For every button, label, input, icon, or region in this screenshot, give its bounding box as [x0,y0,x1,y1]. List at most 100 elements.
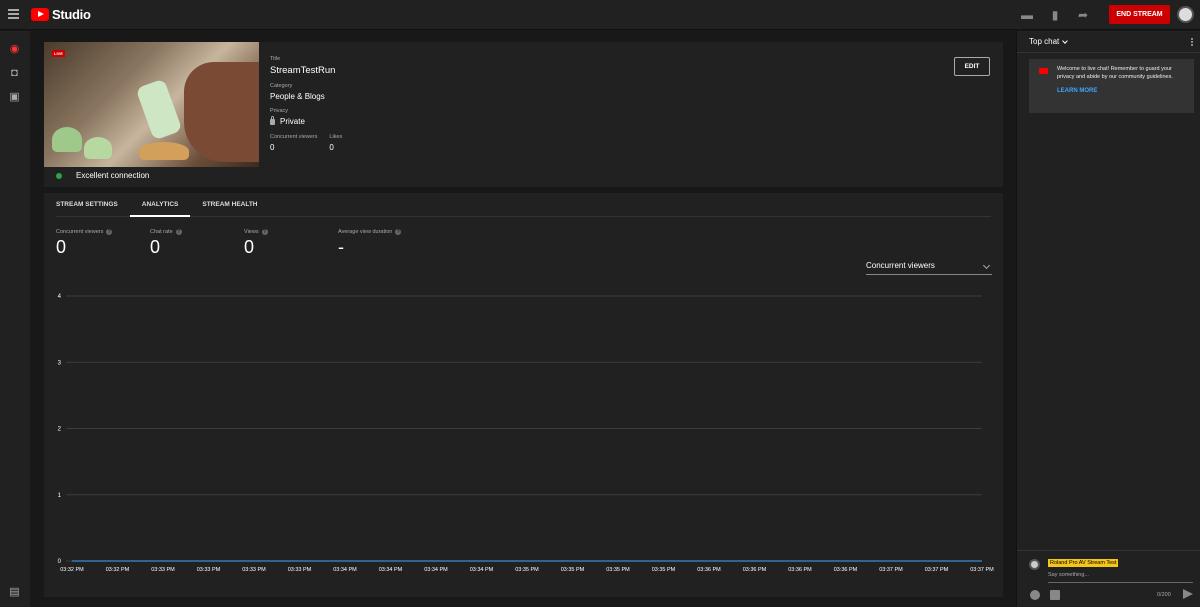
likes-label: Likes [329,134,343,140]
x-tick-label: 03:33 PM [242,567,266,573]
x-tick-label: 03:32 PM [60,567,84,573]
connection-status: Excellent connection [56,171,149,180]
account-avatar[interactable] [1177,6,1194,23]
title-label: Title [270,56,281,62]
chevron-down-icon [1062,37,1069,44]
x-tick-label: 03:34 PM [424,567,448,573]
send-icon[interactable] [1183,589,1193,599]
lock-icon [270,115,275,125]
live-chat-panel: Top chat Welcome to live chat! Remember … [1016,31,1200,607]
metric-value: 0 [150,237,161,257]
menu-icon[interactable] [8,9,19,20]
status-dot-icon [56,172,62,179]
x-tick-label: 03:35 PM [606,567,630,573]
privacy-label: Privacy [270,108,289,114]
live-badge: LIVE [52,50,65,57]
help-icon[interactable]: ? [106,229,113,235]
x-tick-label: 03:33 PM [151,567,175,573]
character-counter: 0/200 [1157,592,1171,598]
x-tick-label: 03:37 PM [925,567,949,573]
stream-title: StreamTestRun [270,65,336,76]
welcome-text: Welcome to live chat! Remember to guard … [1057,66,1173,80]
analytics-panel: STREAM SETTINGS ANALYTICS STREAM HEALTH … [44,193,1003,597]
chat-user-name: Roland Pro AV Stream Test [1048,559,1119,567]
metric-label: Views [244,229,259,235]
x-tick-label: 03:35 PM [561,567,585,573]
chat-header[interactable]: Top chat [1017,31,1200,53]
help-icon[interactable]: ? [261,229,268,235]
camera-icon[interactable]: ◘ [8,67,21,80]
x-tick-label: 03:35 PM [652,567,676,573]
x-tick-label: 03:36 PM [834,567,858,573]
concurrent-label: Concurrent viewers [270,134,318,140]
end-stream-button[interactable]: END STREAM [1109,5,1170,24]
privacy-value: Private [280,117,305,126]
metric-value: 0 [244,237,255,257]
welcome-banner: Welcome to live chat! Remember to guard … [1029,59,1194,113]
y-tick-label: 1 [58,493,62,499]
help-icon[interactable]: ? [395,229,402,235]
metric-label: Concurrent viewers [56,229,104,235]
app-title: Studio [52,7,91,22]
emoji-icon[interactable] [1030,590,1040,600]
learn-more-link[interactable]: LEARN MORE [1057,88,1186,94]
x-tick-label: 03:36 PM [743,567,767,573]
bookmark-icon[interactable]: ▮ [1048,8,1062,22]
category-label: Category [270,83,293,89]
x-tick-label: 03:36 PM [788,567,812,573]
top-bar: Studio ▬ ▮ ➦ END STREAM [0,0,1200,30]
metric-average-view-duration: Average view duration? - [338,229,458,258]
left-rail: ◉ ◘ ▣ ▤ [0,31,30,607]
x-tick-label: 03:36 PM [697,567,721,573]
chat-message-input[interactable]: Say something... [1048,572,1193,583]
x-tick-label: 03:33 PM [288,567,312,573]
concurrent-value: 0 [270,143,275,152]
metric-chat-rate: Chat rate? 0 [150,229,244,258]
x-tick-label: 03:37 PM [879,567,903,573]
chat-mode-label: Top chat [1029,37,1060,46]
edit-button[interactable]: EDIT [954,57,990,76]
metric-views: Views? 0 [244,229,338,258]
x-tick-label: 03:33 PM [197,567,221,573]
metric-value: - [338,237,344,257]
y-tick-label: 3 [58,360,62,366]
share-icon[interactable]: ➦ [1076,8,1090,22]
stream-details: Title StreamTestRun Category People & Bl… [270,56,342,152]
y-tick-label: 2 [58,427,62,433]
y-tick-label: 0 [58,559,62,565]
likes-value: 0 [329,143,334,152]
chevron-down-icon [982,261,991,270]
category-value: People & Blogs [270,92,325,101]
metric-concurrent-viewers: Concurrent viewers? 0 [56,229,150,258]
youtube-logo-icon [1039,68,1048,74]
tab-stream-health[interactable]: STREAM HEALTH [202,193,269,217]
tab-stream-settings[interactable]: STREAM SETTINGS [56,193,130,217]
live-icon[interactable]: ◉ [8,43,21,56]
video-preview[interactable]: LIVE [44,42,259,167]
clapperboard-icon[interactable]: ▬ [1020,8,1034,22]
stream-preview-panel: LIVE Excellent connection Title StreamTe… [44,42,1003,187]
help-icon[interactable]: ? [175,229,182,235]
poll-icon[interactable] [1050,590,1060,600]
chart-metric-selected: Concurrent viewers [866,261,935,270]
x-tick-label: 03:37 PM [970,567,994,573]
metric-label: Chat rate [150,229,173,235]
feedback-icon[interactable]: ▤ [8,586,21,599]
metric-label: Average view duration [338,229,393,235]
studio-logo[interactable]: Studio [31,7,91,22]
calendar-icon[interactable]: ▣ [8,91,21,104]
y-tick-label: 4 [58,294,62,300]
connection-text: Excellent connection [76,171,150,180]
chat-input-area: Roland Pro AV Stream Test Say something.… [1017,550,1200,607]
tab-bar: STREAM SETTINGS ANALYTICS STREAM HEALTH [56,193,991,217]
x-tick-label: 03:32 PM [106,567,130,573]
youtube-logo-icon [31,8,49,21]
metric-value: 0 [56,237,67,257]
chart-metric-select[interactable]: Concurrent viewers [866,261,992,275]
tab-analytics[interactable]: ANALYTICS [129,193,191,217]
x-tick-label: 03:34 PM [379,567,403,573]
more-options-icon[interactable] [1191,38,1193,46]
x-tick-label: 03:34 PM [333,567,357,573]
avatar [1029,559,1040,570]
metrics-row: Concurrent viewers? 0 Chat rate? 0 Views… [56,229,458,258]
